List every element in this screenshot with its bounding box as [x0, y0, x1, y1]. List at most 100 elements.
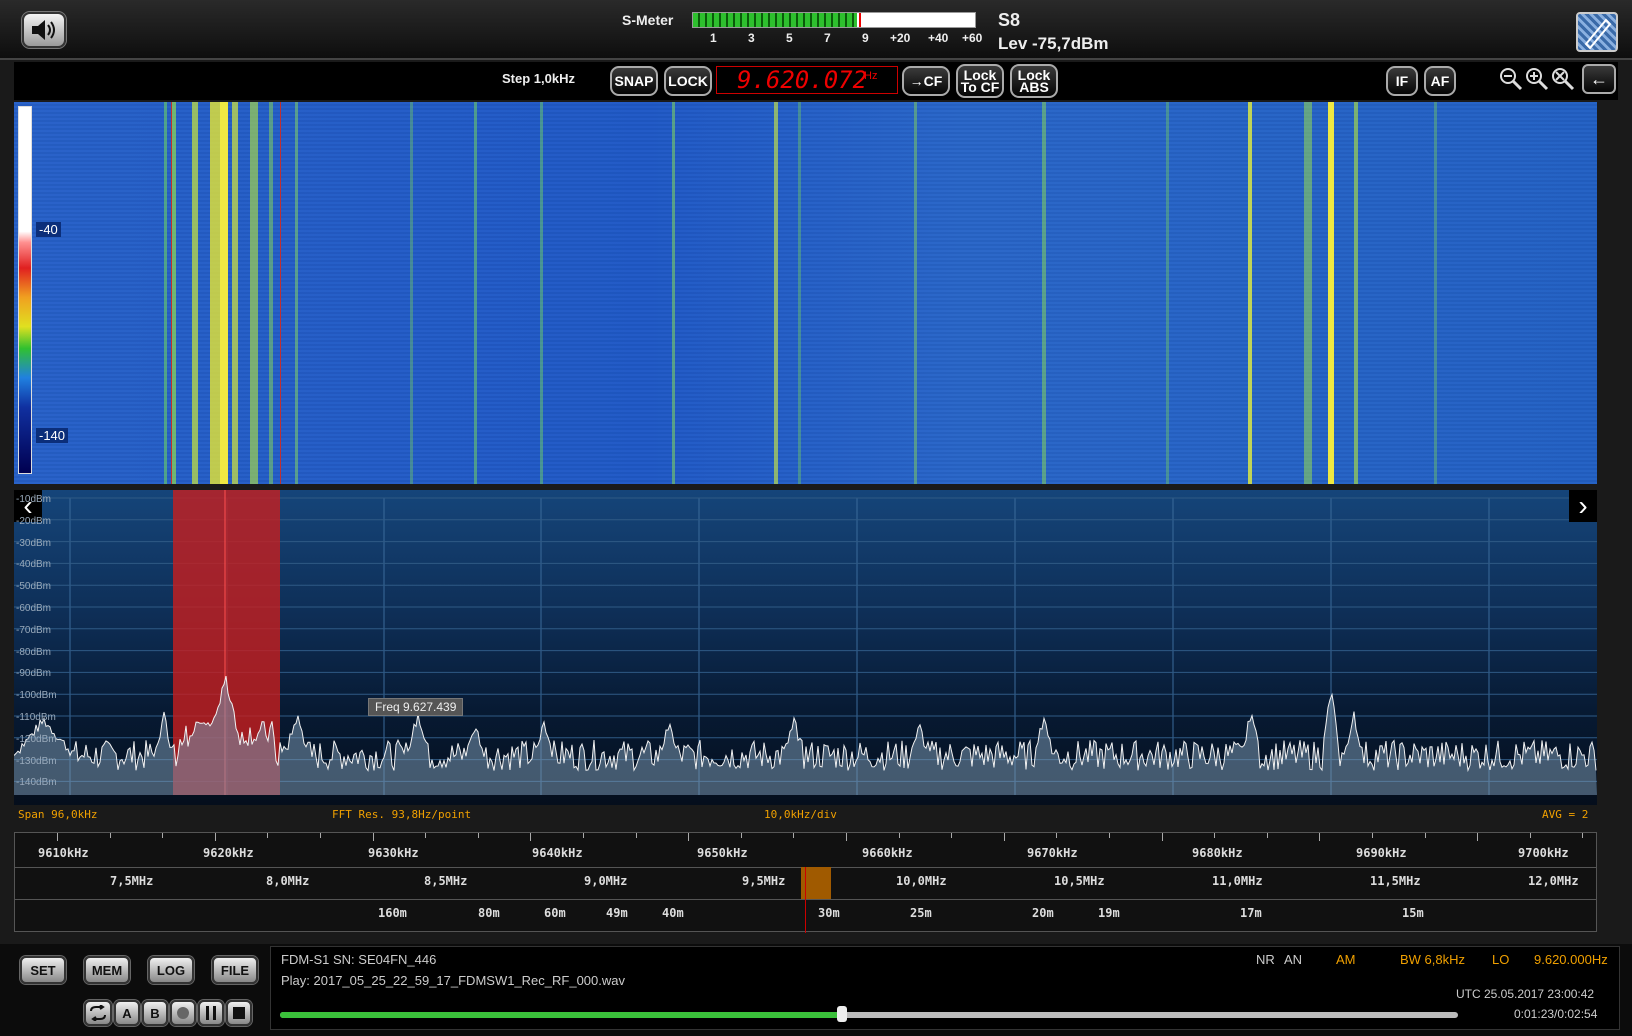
scale-tick: [214, 833, 216, 841]
division-info: 10,0kHz/div: [764, 808, 837, 821]
s-value: S8: [998, 10, 1021, 30]
speaker-button[interactable]: [22, 12, 66, 48]
af-button[interactable]: AF: [1424, 66, 1456, 96]
back-button[interactable]: ←: [1582, 64, 1616, 94]
mem-button[interactable]: MEM: [84, 956, 130, 984]
loop-button[interactable]: [84, 1000, 112, 1026]
db-axis-label: -50dBm: [16, 581, 52, 593]
zoom-out-button[interactable]: [1498, 66, 1524, 97]
khz-tick-label: 9620kHz: [203, 846, 254, 860]
scale-tick: [57, 833, 58, 841]
waterfall-signal-trace: [410, 102, 413, 484]
mode-indicator[interactable]: AM: [1336, 952, 1356, 967]
waterfall-display[interactable]: [14, 102, 1597, 484]
smeter-scale-tick: 3: [748, 31, 755, 45]
db-axis-label: -100dBm: [16, 690, 57, 702]
lock-button[interactable]: LOCK: [664, 66, 712, 96]
waterfall-signal-trace: [1042, 102, 1046, 484]
scale-tick: [372, 833, 374, 841]
colorbar-label-top: -40: [36, 222, 61, 237]
scale-tick: [477, 833, 479, 838]
level-readout: Lev -75,7dBm: [998, 34, 1109, 53]
waterfall-signal-trace: [774, 102, 778, 484]
scale-tick: [162, 833, 164, 838]
nr-indicator[interactable]: NR: [1256, 952, 1275, 967]
passband-edge-left: [171, 102, 172, 484]
app-logo-button[interactable]: [1576, 12, 1618, 52]
mhz-tick-label: 8,0MHz: [266, 874, 310, 888]
zoom-reset-button[interactable]: [1550, 66, 1576, 97]
playback-progress-knob[interactable]: [836, 1006, 847, 1022]
band-label: 25m: [910, 906, 932, 920]
mhz-tick-label: 7,5MHz: [110, 874, 154, 888]
tuning-marker-line: [805, 867, 806, 933]
snap-button[interactable]: SNAP: [610, 66, 658, 96]
speaker-icon: [32, 20, 55, 40]
waterfall-colorbar: [18, 106, 32, 474]
khz-tick-label: 9670kHz: [1027, 846, 1078, 860]
scale-tick: [1266, 833, 1268, 838]
log-button[interactable]: LOG: [148, 956, 194, 984]
scale-tick: [635, 833, 637, 838]
mhz-tick-label: 11,0MHz: [1212, 874, 1263, 888]
an-indicator[interactable]: AN: [1284, 952, 1302, 967]
mark-b-button[interactable]: B: [142, 1000, 168, 1026]
scale-tick: [530, 833, 532, 841]
smeter-scale-tick: 5: [786, 31, 793, 45]
pause-icon: [206, 1006, 216, 1020]
khz-tick-label: 9650kHz: [697, 846, 748, 860]
scroll-right-button[interactable]: ›: [1569, 490, 1597, 522]
spectrum-plot: [14, 490, 1597, 795]
band-label: 19m: [1098, 906, 1120, 920]
waterfall-signal-trace: [1434, 102, 1437, 484]
khz-tick-label: 9640kHz: [532, 846, 583, 860]
waterfall-signal-trace: [1304, 102, 1312, 484]
zoom-in-icon: [1526, 68, 1549, 91]
pen-icon: [1584, 18, 1612, 50]
db-axis-label: -80dBm: [16, 646, 52, 658]
scale-tick: [583, 833, 584, 838]
passband-edge-right: [280, 102, 281, 484]
record-button[interactable]: [170, 1000, 196, 1026]
band-label: 49m: [606, 906, 628, 920]
db-axis-label: -40dBm: [16, 559, 52, 571]
mhz-tick-label: 10,5MHz: [1054, 874, 1105, 888]
khz-tick-label: 9610kHz: [38, 846, 89, 860]
scale-tick: [1161, 833, 1163, 841]
zoom-out-icon: [1500, 68, 1523, 91]
bandwidth-indicator[interactable]: BW 6,8kHz: [1400, 952, 1465, 967]
zoom-in-button[interactable]: [1524, 66, 1550, 97]
scale-tick: [898, 833, 900, 838]
scale-tick: [688, 833, 690, 841]
loop-icon: [90, 1005, 106, 1021]
to-cf-button[interactable]: →CF: [902, 66, 950, 96]
scale-tick: [425, 833, 427, 838]
set-button[interactable]: SET: [20, 956, 66, 984]
stop-icon: [233, 1007, 245, 1019]
waterfall-signal-trace: [798, 102, 801, 484]
lock-abs-button[interactable]: Lock ABS: [1010, 64, 1058, 98]
file-button[interactable]: FILE: [212, 956, 258, 984]
scale-tick: [320, 833, 321, 838]
band-label: 80m: [478, 906, 500, 920]
db-axis-label: -20dBm: [16, 515, 52, 527]
waterfall-signal-trace: [250, 102, 258, 484]
lock-to-cf-button[interactable]: Lock To CF: [956, 64, 1004, 98]
band-label: 60m: [544, 906, 566, 920]
pause-button[interactable]: [198, 1000, 224, 1026]
smeter-scale-tick: +60: [962, 31, 983, 45]
waterfall-signal-trace: [220, 102, 228, 484]
scale-tick: [1056, 833, 1058, 838]
if-button[interactable]: IF: [1386, 66, 1418, 96]
scale-tick: [1372, 833, 1373, 838]
db-axis-label: -30dBm: [16, 537, 52, 549]
colorbar-label-bottom: -140: [36, 428, 69, 443]
fft-resolution-info: FFT Res. 93,8Hz/point: [332, 808, 472, 821]
average-info: AVG = 2: [1542, 808, 1589, 821]
scale-tick: [1319, 833, 1321, 841]
lock-abs-line2: ABS: [1019, 79, 1049, 95]
scale-tick: [793, 833, 795, 838]
stop-button[interactable]: [226, 1000, 252, 1026]
db-axis-label: -10dBm: [16, 494, 52, 505]
mark-a-button[interactable]: A: [114, 1000, 140, 1026]
